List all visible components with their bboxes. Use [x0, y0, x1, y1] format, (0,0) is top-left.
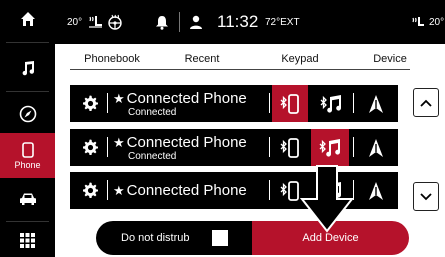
row-divider [353, 137, 354, 157]
phone-icon [21, 141, 34, 158]
heated-wheel-icon[interactable] [107, 0, 123, 44]
device-status: Connected [128, 107, 177, 118]
bluetooth-phone-icon [280, 137, 299, 158]
grid-icon [20, 233, 35, 248]
sidebar-divider [6, 221, 49, 222]
phone-profile-button[interactable] [272, 129, 308, 166]
exterior-temp: 72°EXT [265, 16, 300, 28]
bell-icon[interactable] [155, 0, 169, 44]
compass-icon [19, 105, 36, 123]
sidebar-item-phone[interactable]: Phone [0, 133, 55, 178]
audio-profile-button[interactable] [311, 129, 349, 166]
sidebar-item-label: Phone [14, 159, 41, 170]
gear-icon[interactable] [82, 139, 98, 155]
gear-icon[interactable] [82, 95, 98, 111]
scroll-up-button[interactable] [413, 88, 439, 117]
bluetooth-music-icon [319, 138, 341, 157]
sidebar-item-navigation[interactable] [0, 95, 55, 133]
tabs-underline [70, 69, 410, 70]
row-divider [107, 180, 108, 200]
sidebar-item-media[interactable] [0, 48, 55, 88]
do-not-disturb-toggle[interactable]: Do not distrub [96, 221, 252, 255]
device-status: Connected [128, 151, 177, 162]
passenger-temp: 20° [429, 16, 445, 28]
device-name-wrap: ★ Connected Phone [113, 182, 247, 199]
driver-temp: 20° [67, 16, 83, 28]
passenger-seat-heat-icon[interactable] [411, 0, 425, 44]
audio-profile-button[interactable] [313, 85, 349, 122]
row-divider [353, 93, 354, 113]
car-icon [19, 193, 36, 205]
row-divider [269, 137, 270, 157]
phone-profile-button[interactable] [272, 85, 308, 122]
chevron-down-icon [420, 192, 432, 200]
row-divider [269, 93, 270, 113]
device-name: Connected Phone [126, 134, 247, 151]
device-name-wrap: ★ Connected Phone [113, 134, 247, 151]
sidebar-item-apps[interactable] [0, 224, 55, 257]
sidebar-item-home[interactable] [0, 0, 55, 38]
clock: 11:32 [217, 12, 259, 31]
scroll-down-button[interactable] [413, 182, 439, 211]
device-name: Connected Phone [126, 182, 247, 199]
bluetooth-music-icon [320, 94, 342, 113]
sidebar: Phone [0, 0, 55, 257]
user-profile-icon[interactable] [189, 0, 203, 44]
favorite-star-icon[interactable]: ★ [113, 91, 125, 107]
device-row[interactable]: ★ Connected Phone Connected [70, 85, 398, 122]
arrow-down-icon [300, 165, 354, 233]
bluetooth-phone-icon [280, 180, 299, 201]
carplay-icon [369, 138, 383, 157]
gear-icon[interactable] [82, 182, 98, 198]
carplay-button[interactable] [358, 85, 394, 122]
music-note-icon [22, 61, 34, 76]
row-divider [269, 180, 270, 200]
row-divider [107, 137, 108, 157]
status-divider [179, 12, 180, 32]
do-not-disturb-label: Do not distrub [121, 232, 190, 244]
favorite-star-icon[interactable]: ★ [113, 183, 125, 199]
device-name-wrap: ★ Connected Phone [113, 90, 247, 107]
favorite-star-icon[interactable]: ★ [113, 135, 125, 151]
row-divider [107, 93, 108, 113]
chevron-up-icon [420, 99, 432, 107]
carplay-icon [369, 181, 383, 200]
status-bar: 20° 11:32 72°EXT 20° [55, 0, 445, 44]
carplay-button[interactable] [358, 172, 394, 209]
carplay-icon [369, 94, 383, 113]
sidebar-item-vehicle[interactable] [0, 180, 55, 218]
heated-seat-icon[interactable] [87, 0, 103, 44]
sidebar-divider [6, 91, 49, 92]
home-icon [20, 12, 35, 26]
phone-device-screen: Phone 20° 11:32 72°EXT 20° Phonebook Rec… [0, 0, 445, 257]
sidebar-divider [6, 42, 49, 43]
device-name: Connected Phone [126, 90, 247, 107]
do-not-disturb-checkbox[interactable] [212, 230, 228, 246]
device-row[interactable]: ★ Connected Phone Connected [70, 129, 398, 166]
bluetooth-phone-icon [280, 93, 299, 114]
carplay-button[interactable] [358, 129, 394, 166]
